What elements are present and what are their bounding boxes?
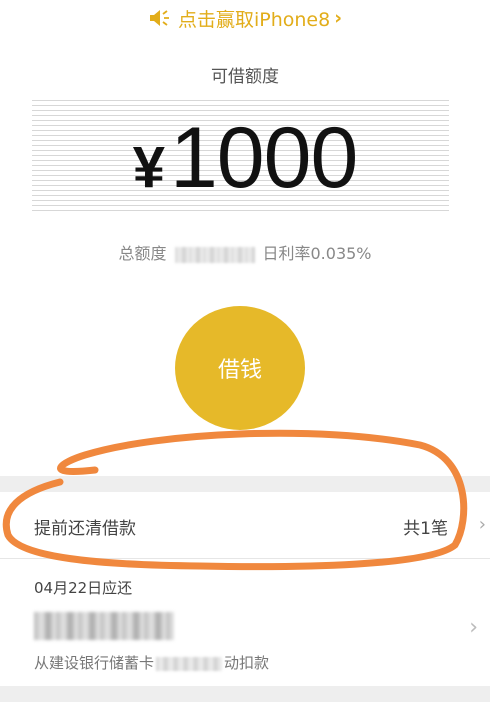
auto-debit-description: 从建设银行储蓄卡 动扣款 [34, 652, 269, 673]
chevron-right-icon: › [478, 514, 486, 535]
speaker-icon [148, 9, 174, 27]
section-divider [0, 476, 490, 492]
daily-rate: 日利率0.035% [262, 244, 372, 263]
bottom-divider [0, 686, 490, 702]
available-credit-label: 可借额度 [211, 67, 279, 87]
redacted-total-value [174, 246, 255, 263]
borrow-button-label: 借钱 [217, 358, 262, 383]
promo-text: 点击赢取iPhone8 [177, 8, 331, 31]
credit-amount: ¥1000 [0, 110, 490, 206]
redacted-card-number [156, 656, 223, 671]
redacted-due-amount [34, 612, 174, 640]
due-date: 04月22日应还 [34, 579, 133, 597]
early-repay-label: 提前还清借款 [34, 519, 136, 539]
currency-symbol: ¥ [132, 135, 165, 200]
chevron-right-icon: › [334, 7, 343, 29]
credit-amount-value: 1000 [169, 110, 358, 206]
loan-count: 共1笔 [403, 519, 448, 539]
total-credit-line: 总额度 日利率0.035% [0, 240, 490, 264]
due-item[interactable]: 04月22日应还 从建设银行储蓄卡 动扣款 › [0, 560, 490, 680]
total-credit-label: 总额度 [118, 244, 167, 263]
chevron-right-icon: › [469, 615, 478, 640]
borrow-button[interactable]: 借钱 [175, 306, 305, 430]
auto-debit-suffix: 动扣款 [224, 654, 270, 672]
early-repay-row[interactable]: 提前还清借款 共1笔 › [0, 492, 490, 559]
auto-debit-prefix: 从建设银行储蓄卡 [34, 654, 155, 672]
promo-banner[interactable]: 点击赢取iPhone8 › [0, 4, 490, 32]
